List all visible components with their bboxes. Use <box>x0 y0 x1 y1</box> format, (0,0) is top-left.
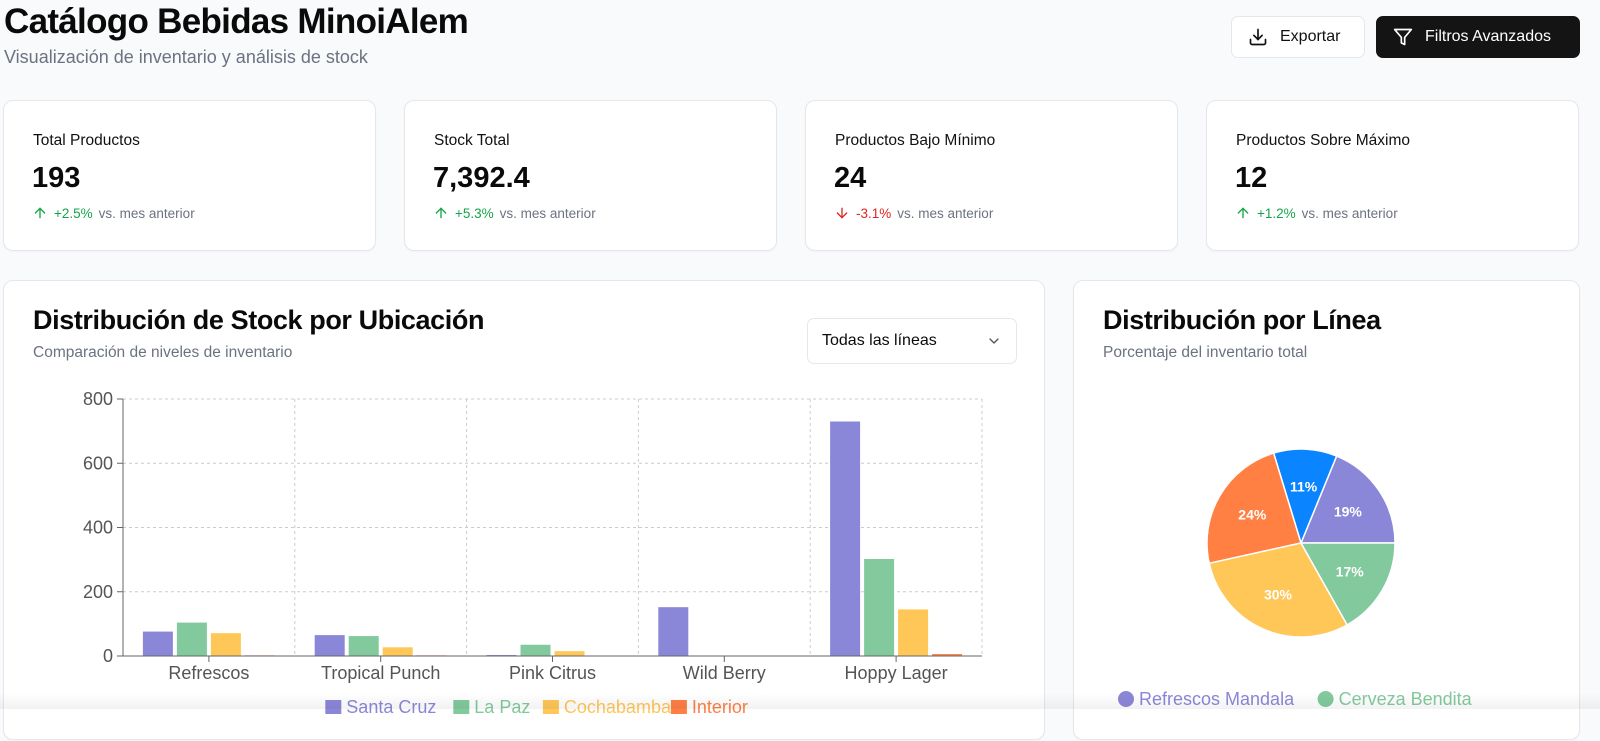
bar-legend: Santa Cruz La Paz Cochabamba Interior <box>325 697 748 717</box>
y-tick-label: 600 <box>83 453 113 473</box>
legend-label: Cochabamba <box>564 697 672 717</box>
pie-legend: Refrescos Mandala Cerveza Bendita <box>1118 689 1473 709</box>
pie-slice-label: 17% <box>1336 563 1365 579</box>
export-label: Exportar <box>1280 28 1341 45</box>
arrow-up-icon <box>1237 207 1249 219</box>
stat-trend: -3.1% vs. mes anterior <box>834 205 993 221</box>
y-tick-label: 0 <box>103 646 113 666</box>
legend-swatch <box>670 700 687 714</box>
bar-santa-cruz <box>314 635 345 656</box>
stat-value: 7,392.4 <box>433 162 530 194</box>
page-title: Catálogo Bebidas MinoiAlem <box>4 2 469 41</box>
advanced-filters-button[interactable]: Filtros Avanzados <box>1376 16 1580 58</box>
stock-distribution-card: Distribución de Stock por Ubicación Comp… <box>3 280 1045 740</box>
bar-cochabamba <box>382 647 413 656</box>
pie-slice-label: 30% <box>1264 587 1293 603</box>
page-subtitle: Visualización de inventario y análisis d… <box>4 47 368 67</box>
legend-label: Santa Cruz <box>346 697 436 717</box>
bar-cochabamba <box>554 651 585 656</box>
stat-change: +1.2% <box>1257 205 1296 221</box>
stat-change: +5.3% <box>455 205 494 221</box>
advanced-filters-label: Filtros Avanzados <box>1425 28 1551 45</box>
stat-change: -3.1% <box>856 205 892 221</box>
x-tick-label: Hoppy Lager <box>845 663 948 683</box>
pie-slice-label: 19% <box>1334 504 1363 520</box>
bar-santa-cruz <box>658 607 689 656</box>
stat-value: 12 <box>1235 162 1268 194</box>
line-distribution-card: Distribución por Línea Porcentaje del in… <box>1073 280 1580 740</box>
stat-trend: +2.5% vs. mes anterior <box>32 205 195 221</box>
download-icon <box>1249 28 1267 46</box>
line-pie-chart: 19% 11% 24% 30% 17% Refrescos Mandala Cerveza … <box>1118 448 1473 709</box>
x-tick-label: Pink Citrus <box>509 663 596 683</box>
bar-la-paz <box>520 644 551 656</box>
stat-card-total-products: Total Productos 193 +2.5% vs. mes anteri… <box>3 100 376 251</box>
arrow-up-icon <box>435 207 447 219</box>
legend-swatch <box>1317 691 1334 707</box>
stock-bar-chart: 0 200 400 600 800 Refrescos Tropical Punch Pink… <box>83 389 983 717</box>
stat-trend: +1.2% vs. mes anterior <box>1235 205 1398 221</box>
y-tick-label: 200 <box>83 582 113 602</box>
stat-change: +2.5% <box>54 205 93 221</box>
bar-la-paz <box>864 558 895 656</box>
bar-cochabamba <box>898 609 929 656</box>
export-button[interactable]: Exportar <box>1231 16 1365 58</box>
stat-note: vs. mes anterior <box>897 205 994 221</box>
stat-card-total-stock: Stock Total 7,392.4 +5.3% vs. mes anteri… <box>404 100 777 251</box>
x-tick-label: Tropical Punch <box>321 663 440 683</box>
stat-label: Productos Bajo Mínimo <box>835 132 996 149</box>
pie-slice-label: 11% <box>1290 479 1318 495</box>
filter-icon <box>1393 28 1413 46</box>
legend-swatch <box>1118 691 1134 707</box>
legend-label: Cerveza Bendita <box>1339 689 1473 709</box>
stat-card-above-maximum: Productos Sobre Máximo 12 +1.2% vs. mes … <box>1206 100 1579 251</box>
stat-label: Productos Sobre Máximo <box>1236 132 1411 149</box>
legend-swatch <box>325 700 342 714</box>
y-tick-label: 400 <box>83 518 113 538</box>
legend-label: La Paz <box>474 697 530 717</box>
stat-note: vs. mes anterior <box>499 205 596 221</box>
stat-value: 24 <box>834 162 867 194</box>
stat-label: Stock Total <box>434 132 510 149</box>
x-tick-label: Wild Berry <box>683 663 766 683</box>
bar-la-paz <box>348 636 379 656</box>
stat-value: 193 <box>32 162 81 194</box>
legend-label: Refrescos Mandala <box>1139 689 1295 709</box>
stat-trend: +5.3% vs. mes anterior <box>433 205 596 221</box>
legend-label: Interior <box>692 697 748 717</box>
pie-slice-label: 24% <box>1238 507 1267 523</box>
legend-swatch <box>453 700 470 714</box>
x-tick-label: Refrescos <box>168 663 249 683</box>
stat-note: vs. mes anterior <box>1301 205 1398 221</box>
bar-cochabamba <box>210 633 241 656</box>
arrow-down-icon <box>836 207 848 219</box>
stat-note: vs. mes anterior <box>98 205 195 221</box>
stat-card-below-minimum: Productos Bajo Mínimo 24 -3.1% vs. mes a… <box>805 100 1178 251</box>
stat-label: Total Productos <box>33 132 140 149</box>
bar-santa-cruz <box>830 421 861 656</box>
legend-swatch <box>542 700 559 714</box>
arrow-up-icon <box>34 207 46 219</box>
bar-la-paz <box>176 622 207 656</box>
y-tick-label: 800 <box>83 389 113 409</box>
bar-santa-cruz <box>142 631 173 656</box>
